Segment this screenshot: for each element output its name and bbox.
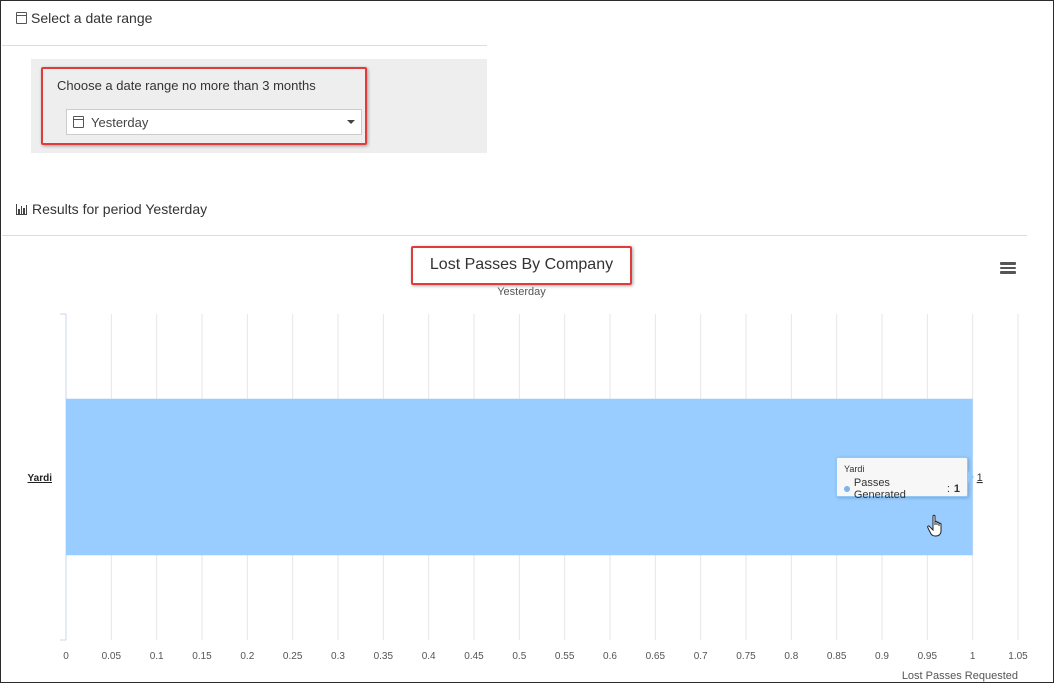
x-tick-label: 0.25 — [283, 651, 303, 662]
x-tick-label: 1 — [970, 651, 976, 662]
tooltip-value: 1 — [953, 483, 960, 495]
tooltip-series-name: Passes Generated — [853, 477, 906, 501]
x-tick-label: 0.55 — [555, 651, 575, 662]
x-tick-label: 0.1 — [150, 651, 164, 662]
x-tick-label: 0.9 — [875, 651, 889, 662]
chart-tooltip: Yardi Passes Generated: 1 — [836, 457, 974, 501]
date-range-prompt: Choose a date range no more than 3 month… — [57, 78, 316, 93]
x-tick-label: 0.5 — [512, 651, 526, 662]
results-header: Results for period Yesterday — [16, 201, 207, 217]
data-label: 1 — [977, 472, 983, 484]
x-axis-title: Lost Passes Requested — [902, 670, 1018, 682]
series-dot-icon — [844, 486, 850, 492]
x-tick-label: 0.4 — [422, 651, 436, 662]
calendar-icon — [16, 12, 27, 24]
hand-pointer-icon — [927, 514, 942, 537]
date-range-header: Select a date range — [16, 10, 152, 26]
x-tick-label: 0.65 — [646, 651, 666, 662]
tooltip-category: Yardi — [844, 464, 865, 474]
divider — [2, 45, 487, 46]
x-tick-label: 0.8 — [784, 651, 798, 662]
x-tick-label: 0 — [63, 651, 69, 662]
divider — [2, 235, 1027, 236]
calendar-icon — [73, 116, 84, 128]
x-tick-label: 0.95 — [918, 651, 938, 662]
chart-title: Lost Passes By Company — [429, 256, 614, 273]
x-tick-label: 0.75 — [736, 651, 756, 662]
x-tick-label: 0.2 — [240, 651, 254, 662]
bar-chart-icon — [16, 203, 27, 215]
results-title: Results for period Yesterday — [32, 201, 208, 217]
caret-down-icon — [347, 120, 355, 124]
hamburger-menu-icon[interactable] — [1000, 262, 1016, 274]
date-range-select-value: Yesterday — [91, 114, 149, 130]
x-tick-label: 0.15 — [192, 651, 212, 662]
chart-subtitle: Yesterday — [497, 286, 546, 298]
x-tick-label: 1.05 — [1008, 651, 1028, 662]
x-tick-label: 0.45 — [464, 651, 484, 662]
x-tick-label: 0.05 — [102, 651, 122, 662]
x-tick-label: 0.3 — [331, 651, 345, 662]
date-range-title: Select a date range — [31, 10, 153, 26]
x-tick-label: 0.85 — [827, 651, 847, 662]
x-tick-label: 0.7 — [694, 651, 708, 662]
x-tick-label: 0.35 — [374, 651, 394, 662]
x-tick-label: 0.6 — [603, 651, 617, 662]
tooltip-line: Passes Generated: 1 — [844, 477, 960, 501]
category-label[interactable]: Yardi — [28, 473, 53, 484]
date-range-select[interactable]: Yesterday — [66, 109, 362, 135]
